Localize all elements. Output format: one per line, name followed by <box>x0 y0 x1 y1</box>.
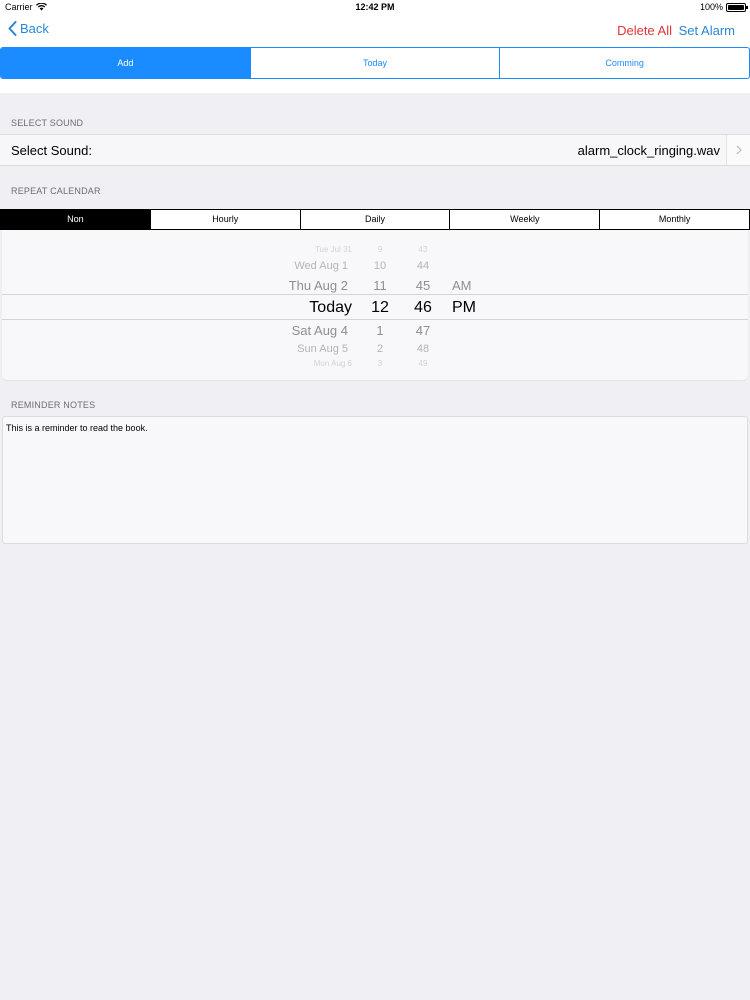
repeat-option-non[interactable]: Non <box>1 210 151 229</box>
select-sound-value: alarm_clock_ringing.wav <box>577 142 720 158</box>
navigation-bar: Back Delete All Set Alarm <box>0 14 750 48</box>
chevron-right-icon <box>736 145 742 155</box>
header-strip <box>0 79 750 93</box>
date-time-picker[interactable]: Tue Jul 31 Wed Aug 1 Thu Aug 2 Today Sat… <box>2 230 748 380</box>
picker-ampm-column[interactable]: AM PM <box>452 230 492 380</box>
delete-all-button[interactable]: Delete All <box>617 23 672 38</box>
battery-indicator: 100% <box>699 0 748 14</box>
main-tabs: Add Today Comming <box>0 47 750 79</box>
picker-day-item[interactable]: Tue Jul 31 <box>315 245 352 254</box>
tab-add[interactable]: Add <box>1 48 251 78</box>
disclosure-button[interactable] <box>726 135 750 165</box>
select-sound-header: SELECT SOUND <box>11 118 84 128</box>
reminder-notes-header: REMINDER NOTES <box>11 400 96 410</box>
reminder-notes-textarea[interactable]: This is a reminder to read the book. <box>2 416 748 544</box>
battery-percent: 100% <box>699 2 723 12</box>
picker-hour-item[interactable]: 1 <box>364 323 396 338</box>
repeat-calendar-header: REPEAT CALENDAR <box>11 186 101 196</box>
back-button[interactable]: Back <box>8 21 49 36</box>
picker-minute-selected[interactable]: 46 <box>407 299 439 317</box>
picker-hour-selected[interactable]: 12 <box>364 299 396 317</box>
picker-minute-item[interactable]: 45 <box>407 278 439 293</box>
tab-comming[interactable]: Comming <box>500 48 749 78</box>
picker-hour-column[interactable]: 9 10 11 12 1 2 3 <box>364 230 396 380</box>
battery-icon <box>726 2 748 12</box>
picker-minute-item[interactable]: 47 <box>407 323 439 338</box>
picker-minute-item[interactable]: 44 <box>407 260 439 272</box>
picker-minute-column[interactable]: 43 44 45 46 47 48 49 <box>407 230 439 380</box>
picker-day-selected[interactable]: Today <box>309 299 352 317</box>
status-time: 12:42 PM <box>355 2 395 12</box>
back-label: Back <box>20 21 49 36</box>
status-bar: Carrier 12:42 PM 100% <box>0 0 750 14</box>
picker-minute-item[interactable]: 43 <box>407 245 439 254</box>
select-sound-label: Select Sound: <box>11 142 92 158</box>
picker-ampm-selected[interactable]: PM <box>452 299 476 317</box>
set-alarm-button[interactable]: Set Alarm <box>679 23 735 38</box>
picker-minute-item[interactable]: 48 <box>407 343 439 355</box>
picker-ampm-item[interactable]: AM <box>452 278 472 293</box>
picker-day-item[interactable]: Wed Aug 1 <box>294 260 348 272</box>
picker-day-item[interactable]: Sun Aug 5 <box>297 343 348 355</box>
picker-hour-item[interactable]: 9 <box>364 245 396 254</box>
picker-day-column[interactable]: Tue Jul 31 Wed Aug 1 Thu Aug 2 Today Sat… <box>232 230 352 380</box>
picker-hour-item[interactable]: 2 <box>364 343 396 355</box>
picker-hour-item[interactable]: 10 <box>364 260 396 272</box>
picker-hour-item[interactable]: 11 <box>364 278 396 293</box>
tab-today[interactable]: Today <box>251 48 501 78</box>
repeat-calendar-selector: Non Hourly Daily Weekly Monthly <box>0 209 750 230</box>
picker-day-item[interactable]: Mon Aug 6 <box>314 359 352 368</box>
repeat-option-daily[interactable]: Daily <box>301 210 451 229</box>
chevron-left-icon <box>8 21 17 36</box>
repeat-option-hourly[interactable]: Hourly <box>151 210 301 229</box>
picker-hour-item[interactable]: 3 <box>364 359 396 368</box>
picker-minute-item[interactable]: 49 <box>407 359 439 368</box>
select-sound-row[interactable]: Select Sound: alarm_clock_ringing.wav <box>0 134 750 166</box>
picker-day-item[interactable]: Sat Aug 4 <box>292 323 348 338</box>
picker-day-item[interactable]: Thu Aug 2 <box>289 278 348 293</box>
repeat-option-weekly[interactable]: Weekly <box>450 210 601 229</box>
repeat-option-monthly[interactable]: Monthly <box>600 210 749 229</box>
